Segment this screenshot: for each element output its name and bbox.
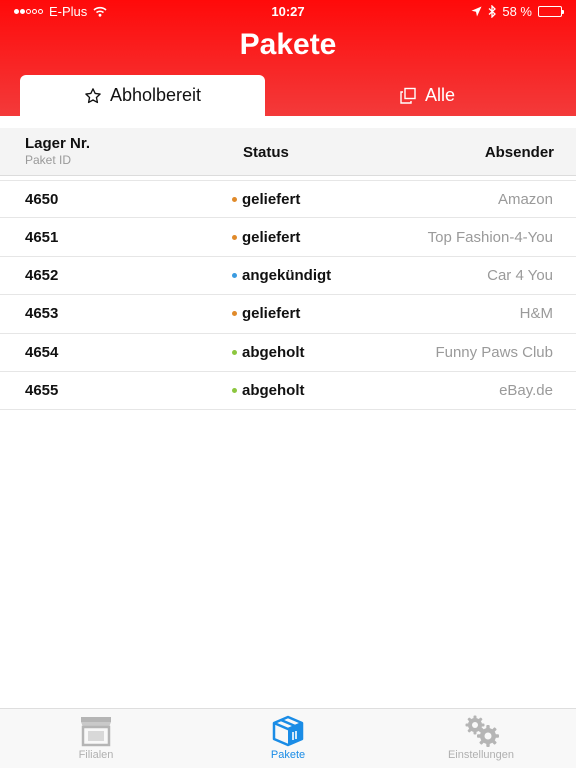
tabbar-label: Einstellungen <box>447 749 515 761</box>
status-dot <box>232 196 237 202</box>
sender-name: eBay.de <box>499 382 553 400</box>
bluetooth-icon <box>488 5 497 18</box>
tab-label: Abholbereit <box>109 85 202 105</box>
package-id: 4654 <box>25 343 59 361</box>
tabbar-item-pakete[interactable]: Pakete <box>238 715 338 761</box>
gears-icon <box>465 715 499 747</box>
tab-abholbereit[interactable]: Abholbereit <box>20 75 265 116</box>
battery-percent: 58 % <box>502 4 532 19</box>
package-id: 4653 <box>25 305 59 323</box>
status-dot <box>232 234 237 240</box>
table-row[interactable]: 4650 geliefert Amazon <box>0 180 576 219</box>
location-arrow-icon <box>471 6 482 17</box>
table-row[interactable]: 4653 geliefert H&M <box>0 295 576 334</box>
column-header-status[interactable]: Status <box>243 144 289 161</box>
sender-name: Car 4 You <box>487 266 553 284</box>
battery-icon <box>538 6 564 17</box>
package-id: 4652 <box>25 266 59 284</box>
sender-name: H&M <box>519 305 553 323</box>
status-label: angekündigt <box>242 266 332 284</box>
tab-label: Alle <box>424 85 455 105</box>
table-header: Lager Nr. Paket ID Status Absender <box>0 128 576 176</box>
status-label: abgeholt <box>242 382 305 400</box>
package-icon <box>272 715 304 747</box>
column-header-absender[interactable]: Absender <box>485 144 554 161</box>
sender-name: Top Fashion-4-You <box>427 228 553 246</box>
package-id: 4655 <box>25 382 59 400</box>
header: E-Plus 10:27 58 % Pakete Abholbereit All… <box>0 0 576 116</box>
tab-bar: Filialen Pakete Einstellungen <box>0 708 576 768</box>
status-dot <box>232 311 237 317</box>
package-id: 4650 <box>25 190 59 208</box>
copy-icon <box>400 87 416 104</box>
column-subheader-paket-id: Paket ID <box>25 153 72 167</box>
status-dot <box>232 349 237 355</box>
status-label: geliefert <box>242 228 301 246</box>
status-dot <box>232 388 237 394</box>
column-header-lager[interactable]: Lager Nr. <box>25 135 90 152</box>
store-icon <box>81 717 111 747</box>
table-row[interactable]: 4651 geliefert Top Fashion-4-You <box>0 218 576 257</box>
tabbar-item-einstellungen[interactable]: Einstellungen <box>431 715 531 761</box>
tabbar-label: Pakete <box>270 749 306 761</box>
table-row[interactable]: 4655 abgeholt eBay.de <box>0 372 576 411</box>
status-label: geliefert <box>242 305 301 323</box>
sender-name: Funny Paws Club <box>435 343 553 361</box>
page-title: Pakete <box>239 28 337 61</box>
tabbar-item-filialen[interactable]: Filialen <box>46 715 146 761</box>
table-row[interactable]: 4652 angekündigt Car 4 You <box>0 257 576 296</box>
package-id: 4651 <box>25 228 59 246</box>
status-label: geliefert <box>242 190 301 208</box>
status-label: abgeholt <box>242 343 305 361</box>
status-dot <box>232 272 237 278</box>
status-bar: E-Plus 10:27 58 % <box>0 0 576 22</box>
package-list: 4650 geliefert Amazon 4651 geliefert Top… <box>0 180 576 411</box>
tabbar-label: Filialen <box>78 749 114 761</box>
tab-alle[interactable]: Alle <box>312 75 542 116</box>
table-row[interactable]: 4654 abgeholt Funny Paws Club <box>0 334 576 372</box>
star-icon <box>85 87 101 103</box>
sender-name: Amazon <box>497 190 553 208</box>
